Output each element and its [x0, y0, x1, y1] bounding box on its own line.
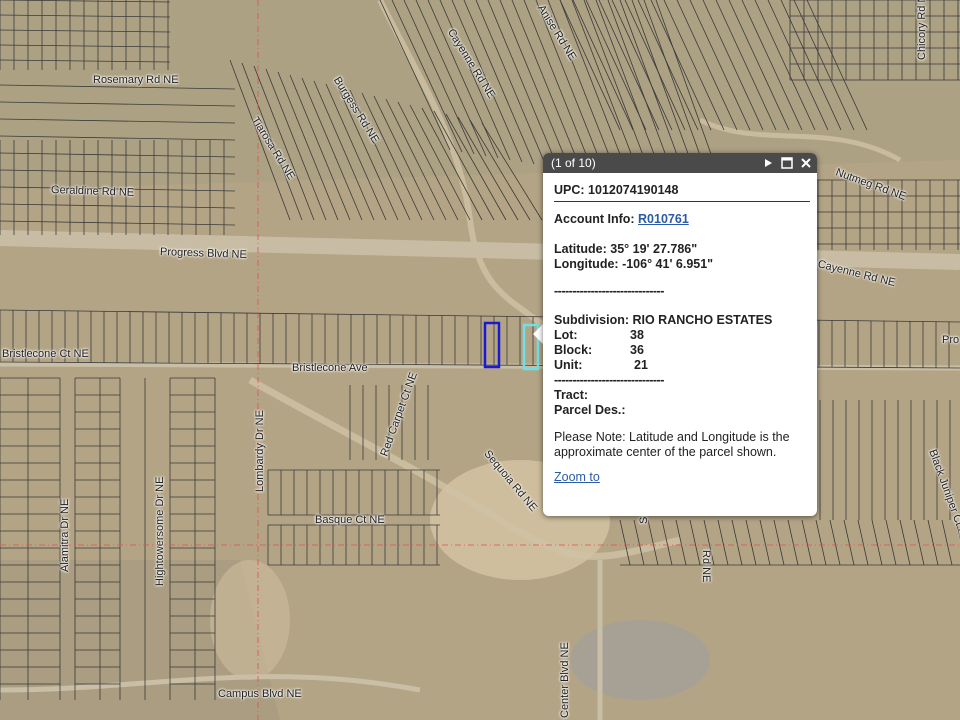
street-label: Rosemary Rd NE	[93, 74, 179, 86]
lot-row: Lot: 38	[554, 328, 811, 343]
street-label: Bristlecone Ave	[292, 362, 368, 374]
popup-content: UPC: 1012074190148 Account Info: R010761…	[543, 173, 817, 485]
subdivision-row: Subdivision: RIO RANCHO ESTATES	[554, 313, 811, 328]
street-label: Alamitra Dr NE	[59, 498, 71, 572]
subdivision-value: RIO RANCHO ESTATES	[632, 313, 773, 327]
popup-divider	[554, 201, 810, 202]
tract-label: Tract:	[554, 388, 589, 402]
street-label: Hightowersome Dr NE	[154, 476, 166, 586]
maximize-button[interactable]	[779, 156, 794, 171]
street-label: Basque Ct NE	[315, 514, 385, 526]
coordinate-note: Please Note: Latitude and Longitude is t…	[554, 430, 790, 459]
block-label: Block:	[554, 343, 593, 357]
longitude-value: -106° 41' 6.951"	[622, 257, 714, 271]
latitude-value: 35° 19' 27.786"	[610, 242, 698, 256]
popup-pager: (1 of 10)	[551, 156, 596, 170]
lot-value: 38	[630, 328, 644, 342]
lot-label: Lot:	[554, 328, 578, 342]
unit-label: Unit:	[554, 358, 583, 372]
block-value: 36	[630, 343, 644, 357]
parcel-des-label: Parcel Des.:	[554, 403, 626, 417]
zoom-to-link[interactable]: Zoom to	[554, 470, 600, 484]
unit-row: Unit: 21	[554, 358, 811, 373]
block-row: Block: 36	[554, 343, 811, 358]
tract-row: Tract:	[554, 388, 811, 403]
upc-row: UPC: 1012074190148	[554, 183, 811, 198]
dashed-divider: ------------------------------	[554, 373, 664, 387]
parcel-map[interactable]: Rosemary Rd NE Burgess Rd NE Cayenne Rd …	[0, 0, 960, 720]
street-label: Lombardy Dr NE	[254, 410, 266, 492]
popup-header: (1 of 10)	[543, 153, 817, 173]
street-label: Bristlecone Ct NE	[2, 348, 89, 360]
unit-value: 21	[634, 358, 648, 372]
account-label: Account Info:	[554, 212, 635, 226]
play-icon	[764, 159, 772, 167]
maximize-icon	[780, 157, 793, 169]
longitude-row: Longitude: -106° 41' 6.951"	[554, 257, 811, 272]
upc-label: UPC:	[554, 183, 585, 197]
upc-value: 1012074190148	[588, 183, 679, 197]
street-label: Rd NE	[700, 550, 712, 583]
street-label: Center Blvd NE	[559, 642, 571, 718]
latitude-label: Latitude:	[554, 242, 607, 256]
parcel-des-row: Parcel Des.:	[554, 403, 811, 418]
account-link[interactable]: R010761	[638, 212, 689, 226]
subdivision-label: Subdivision:	[554, 313, 629, 327]
parcel-info-popup: (1 of 10) UPC: 1012074190148 Account Inf…	[543, 153, 817, 516]
dashed-divider: ------------------------------	[554, 284, 664, 298]
next-feature-button[interactable]	[760, 156, 775, 171]
longitude-label: Longitude:	[554, 257, 619, 271]
close-button[interactable]	[798, 156, 813, 171]
building-complex	[570, 620, 710, 700]
street-label: Campus Blvd NE	[218, 688, 302, 700]
close-icon	[800, 158, 811, 168]
street-label: Pro	[942, 334, 960, 346]
account-row: Account Info: R010761	[554, 212, 811, 227]
street-label: Chicory Rd NE	[916, 0, 928, 60]
latitude-row: Latitude: 35° 19' 27.786"	[554, 242, 811, 257]
